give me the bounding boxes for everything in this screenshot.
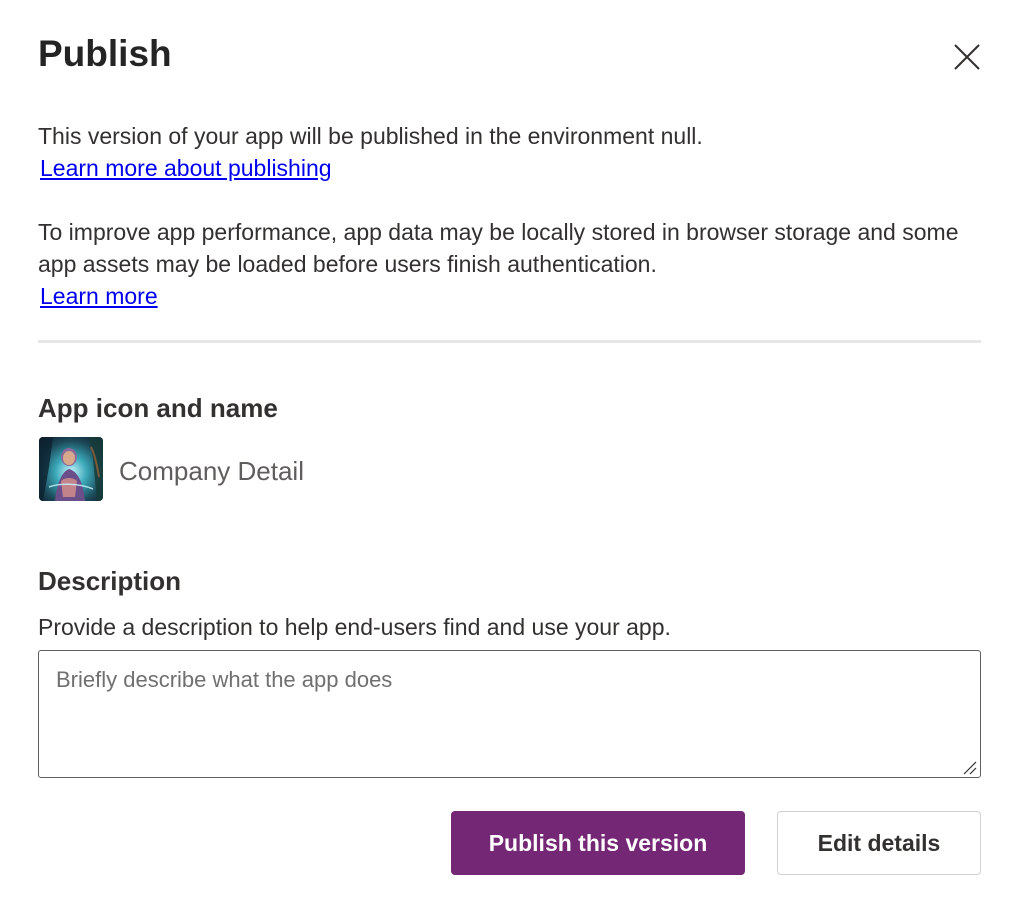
close-icon [954, 44, 980, 70]
publish-intro-text: This version of your app will be publish… [38, 123, 703, 149]
description-helper-text: Provide a description to help end-users … [38, 614, 671, 640]
section-divider [38, 340, 981, 343]
publish-dialog: Publish This version of your app will be… [0, 0, 1024, 922]
performance-text: To improve app performance, app data may… [38, 219, 959, 277]
description-textarea[interactable] [38, 650, 981, 778]
learn-more-publishing-link[interactable]: Learn more about publishing [40, 152, 332, 184]
app-icon-name-heading: App icon and name [38, 393, 278, 423]
resize-handle-icon[interactable] [958, 756, 978, 776]
publish-this-version-button[interactable]: Publish this version [451, 811, 745, 875]
app-icon [39, 437, 103, 501]
app-name: Company Detail [119, 456, 304, 486]
close-button[interactable] [948, 38, 986, 76]
description-heading: Description [38, 566, 182, 596]
dialog-title: Publish [38, 33, 172, 74]
app-icon-image [39, 437, 103, 501]
edit-details-button[interactable]: Edit details [777, 811, 981, 875]
learn-more-link[interactable]: Learn more [40, 280, 158, 312]
